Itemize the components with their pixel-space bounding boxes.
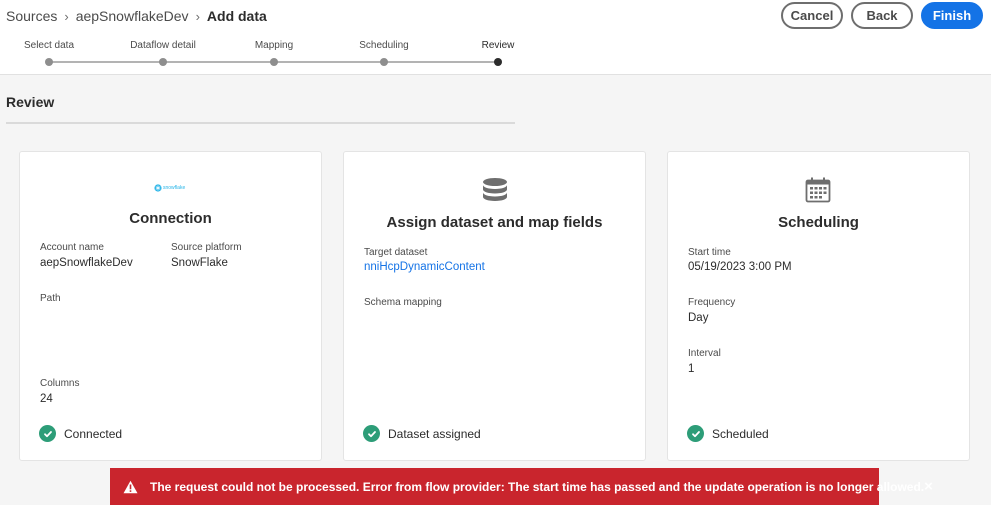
frequency-label: Frequency <box>688 297 736 308</box>
finish-button[interactable]: Finish <box>921 2 983 29</box>
cancel-button[interactable]: Cancel <box>781 2 843 29</box>
section-divider <box>6 122 515 124</box>
interval-label: Interval <box>688 348 721 359</box>
snowflake-icon <box>154 184 162 192</box>
chevron-right-icon: › <box>195 8 200 24</box>
scheduling-status: Scheduled <box>687 425 769 442</box>
step-dot <box>380 58 388 66</box>
step-label: Dataflow detail <box>130 40 196 51</box>
start-time-label: Start time <box>688 247 731 258</box>
alert-triangle-icon <box>123 480 138 494</box>
close-icon[interactable]: × <box>924 468 933 505</box>
calendar-icon <box>805 177 831 208</box>
status-text: Connected <box>64 426 123 441</box>
columns-label: Columns <box>40 378 80 389</box>
back-button[interactable]: Back <box>851 2 913 29</box>
breadcrumb-sources[interactable]: Sources <box>6 8 57 24</box>
dataset-status: Dataset assigned <box>363 425 481 442</box>
step-dot <box>45 58 53 66</box>
snowflake-logo-text: snowflake <box>163 185 186 191</box>
status-text: Dataset assigned <box>388 426 481 441</box>
dataset-title: Assign dataset and map fields <box>386 214 603 231</box>
checkmark-circle-icon <box>39 425 56 442</box>
schema-mapping-label: Schema mapping <box>364 297 442 308</box>
toast-message: The request could not be processed. Erro… <box>150 479 925 494</box>
database-icon <box>482 177 508 208</box>
header-actions: Cancel Back Finish <box>781 2 983 29</box>
step-label: Select data <box>23 40 75 51</box>
checkmark-circle-icon <box>363 425 380 442</box>
page-title: Review <box>6 94 55 110</box>
step-dot <box>159 58 167 66</box>
breadcrumb-account[interactable]: aepSnowflakeDev <box>76 8 189 24</box>
source-platform-label: Source platform <box>171 242 242 253</box>
header-bar: Sources › aepSnowflakeDev › Add data Can… <box>0 0 991 75</box>
path-label: Path <box>40 293 61 304</box>
target-dataset-label: Target dataset <box>364 247 428 258</box>
step-label: Mapping <box>254 40 294 51</box>
account-name-label: Account name <box>40 242 104 253</box>
columns-value: 24 <box>40 393 53 405</box>
source-platform-value: SnowFlake <box>171 257 228 269</box>
interval-value: 1 <box>688 363 695 375</box>
breadcrumb-current: Add data <box>206 8 267 24</box>
account-name-value: aepSnowflakeDev <box>40 257 133 269</box>
status-text: Scheduled <box>712 426 769 441</box>
workflow-stepper: Select data Dataflow detail Mapping Sche… <box>0 38 530 68</box>
start-time-value: 05/19/2023 3:00 PM <box>688 261 792 273</box>
snowflake-logo: snowflake <box>154 184 185 192</box>
error-toast: The request could not be processed. Erro… <box>110 468 933 505</box>
scheduling-card: Scheduling Start time 05/19/2023 3:00 PM… <box>667 151 970 461</box>
step-dot <box>270 58 278 66</box>
step-label: Review <box>481 40 515 51</box>
step-dot <box>494 58 502 66</box>
breadcrumb: Sources › aepSnowflakeDev › Add data <box>6 7 267 25</box>
target-dataset-link[interactable]: nniHcpDynamicContent <box>364 261 485 273</box>
step-label: Scheduling <box>359 40 409 51</box>
connection-card: snowflake Connection Account name aepSno… <box>19 151 322 461</box>
chevron-right-icon: › <box>64 8 69 24</box>
checkmark-circle-icon <box>687 425 704 442</box>
connection-status: Connected <box>39 425 122 442</box>
connection-title: Connection <box>129 210 212 227</box>
scheduling-title: Scheduling <box>778 214 859 231</box>
dataset-card: Assign dataset and map fields Target dat… <box>343 151 646 461</box>
frequency-value: Day <box>688 312 709 324</box>
